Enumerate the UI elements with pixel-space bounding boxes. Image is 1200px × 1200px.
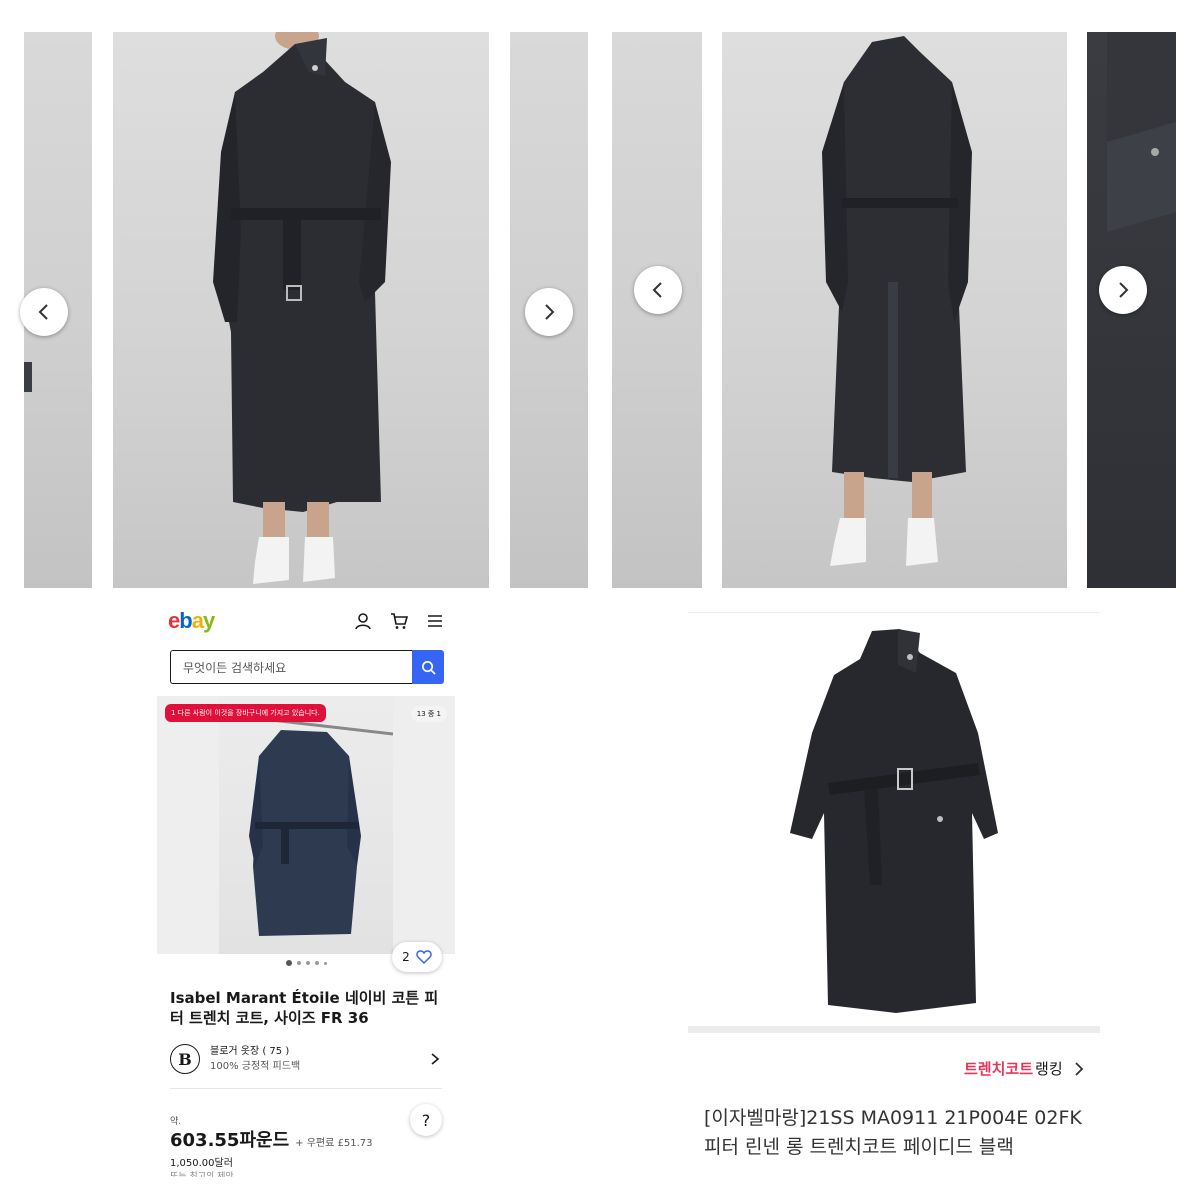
gallery-next-button[interactable] [525, 288, 573, 336]
cart-icon[interactable] [390, 612, 408, 630]
best-offer-text: 또는 최고의 제안 [170, 1172, 234, 1177]
search-bar: 무엇이든 검색하세요 [170, 650, 444, 684]
seller-feedback: 100% 긍정적 피드백 [210, 1061, 301, 1072]
pagination-dot[interactable] [296, 961, 301, 965]
header-icons [354, 612, 444, 630]
ranking-category: 트렌치코트 [964, 1060, 1034, 1078]
chevron-right-icon [1074, 1061, 1083, 1076]
seller-info: 블로거 옷장 ( 75 ) 100% 긍정적 피드백 [210, 1044, 300, 1074]
page: ebay 무엇이든 검색하세요 1 다른 사람이 이것을 장바구니에 가지고 있… [0, 0, 1200, 1200]
usd-price: 1,050.00달러 [170, 1158, 233, 1169]
gallery-image-front[interactable] [113, 32, 489, 588]
divider [170, 1088, 442, 1089]
pagination-dot[interactable] [305, 961, 310, 965]
model-front-coat-image [213, 32, 391, 584]
product-name-line2: 피터 린넨 롱 트렌치코트 페이디드 블랙 [704, 1136, 1014, 1158]
ranking-label: 랭킹 [1035, 1060, 1063, 1078]
logo-letter-a: a [191, 608, 204, 633]
account-icon[interactable] [354, 612, 372, 630]
watch-button[interactable]: 2 [392, 942, 442, 972]
logo-letter-y: y [202, 608, 215, 633]
hanging-coat-image [219, 709, 393, 936]
seller-name: 블로거 옷장 ( 75 ) [210, 1046, 290, 1057]
cart-interest-badge: 1 다른 사람이 이것을 장바구니에 가지고 있습니다. [165, 704, 326, 722]
pagination-dot[interactable] [323, 961, 327, 965]
ebay-listing-card: ebay 무엇이든 검색하세요 1 다른 사람이 이것을 장바구니에 가지고 있… [156, 596, 456, 1186]
gallery-image-back[interactable] [722, 32, 1067, 588]
seller-row[interactable]: B 블로거 옷장 ( 75 ) 100% 긍정적 피드백 [170, 1042, 442, 1076]
shipping-cost: + 우편료 £51.73 [295, 1138, 373, 1149]
model-back-coat-image [822, 36, 972, 566]
heart-icon [416, 950, 432, 965]
chevron-right-icon [1119, 282, 1129, 298]
listing-title[interactable]: Isabel Marant Étoile 네이비 코튼 피터 트렌치 코트, 사… [170, 988, 442, 1028]
avatar: B [170, 1044, 200, 1074]
listing-photo-backdrop [219, 696, 393, 954]
chevron-left-icon [652, 282, 662, 298]
ebay-logo[interactable]: ebay [168, 608, 215, 634]
price-row: 603.55파운드 + 우편료 £51.73 [170, 1126, 372, 1152]
product-name[interactable]: [이자벨마랑]21SS MA0911 21P004E 02FK 피터 린넨 롱 … [704, 1104, 1104, 1162]
product-divider [688, 1026, 1100, 1033]
chevron-left-icon [38, 304, 48, 320]
flat-coat-image [790, 629, 998, 1013]
search-input[interactable]: 무엇이든 검색하세요 [170, 650, 412, 684]
gallery-next-button-2[interactable] [1099, 266, 1147, 314]
pagination-dot-active[interactable] [285, 960, 292, 966]
menu-icon[interactable] [426, 612, 444, 630]
logo-letter-b: b [179, 608, 192, 633]
price: 603.55파운드 [170, 1130, 290, 1151]
search-button[interactable] [412, 650, 444, 684]
ebay-header: ebay [168, 608, 444, 634]
product-image-frame[interactable] [688, 612, 1100, 1032]
listing-image[interactable]: 1 다른 사람이 이것을 장바구니에 가지고 있습니다. 13 중 1 [157, 696, 455, 954]
watch-count: 2 [402, 950, 410, 964]
chevron-right-icon [431, 1053, 440, 1065]
gallery-prev-button-2[interactable] [634, 266, 682, 314]
image-count-badge: 13 중 1 [410, 706, 447, 722]
pagination-dot[interactable] [314, 961, 319, 965]
logo-letter-e: e [168, 608, 180, 633]
gallery-prev-button[interactable] [20, 288, 68, 336]
help-button[interactable]: ? [410, 1104, 442, 1136]
chevron-right-icon [545, 304, 555, 320]
search-icon [421, 660, 436, 675]
product-name-line1: [이자벨마랑]21SS MA0911 21P004E 02FK [704, 1107, 1082, 1129]
category-ranking-link[interactable]: 트렌치코트 랭킹 [964, 1058, 1087, 1079]
